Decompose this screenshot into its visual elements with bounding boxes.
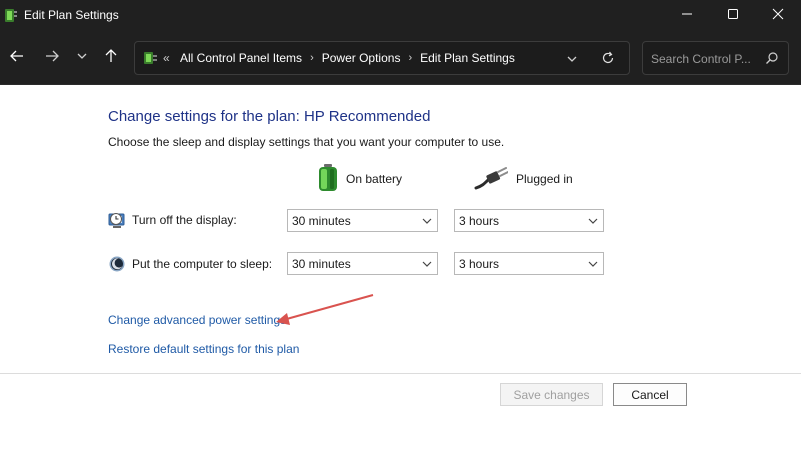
column-label-plugged: Plugged in — [516, 172, 573, 186]
address-bar[interactable]: « All Control Panel Items › Power Option… — [134, 41, 630, 75]
breadcrumb-separator-icon[interactable]: › — [310, 52, 314, 64]
close-icon — [772, 8, 784, 23]
display-battery-select[interactable]: 30 minutes — [287, 209, 438, 232]
page-title: Change settings for the plan: HP Recomme… — [108, 108, 431, 125]
footer-divider — [0, 373, 801, 374]
arrow-left-icon — [9, 48, 25, 67]
power-options-icon — [4, 7, 18, 23]
control-panel-icon — [142, 50, 158, 66]
breadcrumb: All Control Panel Items › Power Options … — [180, 51, 515, 65]
arrow-right-icon — [44, 48, 60, 67]
search-icon[interactable] — [765, 51, 779, 68]
select-value: 3 hours — [459, 257, 500, 271]
page-description: Choose the sleep and display settings th… — [108, 135, 505, 149]
restore-defaults-link[interactable]: Restore default settings for this plan — [108, 342, 299, 356]
chevron-down-icon — [421, 258, 433, 273]
chevron-down-icon — [76, 50, 88, 65]
refresh-icon[interactable] — [601, 51, 615, 68]
breadcrumb-item[interactable]: All Control Panel Items — [180, 51, 302, 65]
select-value: 30 minutes — [292, 257, 351, 271]
plug-icon — [474, 166, 509, 193]
breadcrumb-item[interactable]: Edit Plan Settings — [420, 51, 515, 65]
recent-locations-button[interactable] — [70, 45, 94, 69]
maximize-icon — [727, 8, 739, 23]
advanced-power-settings-link[interactable]: Change advanced power settings — [108, 313, 286, 327]
battery-icon — [318, 163, 338, 195]
minimize-button[interactable] — [664, 0, 710, 31]
up-button[interactable] — [99, 45, 123, 69]
sleep-battery-select[interactable]: 30 minutes — [287, 252, 438, 275]
window-title: Edit Plan Settings — [24, 8, 119, 22]
column-label-battery: On battery — [346, 172, 403, 186]
chevron-down-icon — [421, 215, 433, 230]
search-placeholder[interactable]: Search Control P... — [651, 52, 751, 66]
select-value: 3 hours — [459, 214, 500, 228]
sleep-moon-icon — [108, 255, 126, 273]
breadcrumb-overflow-icon[interactable]: « — [163, 51, 170, 65]
chevron-down-icon — [587, 258, 599, 273]
sleep-plugged-select[interactable]: 3 hours — [454, 252, 604, 275]
back-button[interactable] — [5, 45, 29, 69]
chevron-down-icon — [587, 215, 599, 230]
close-button[interactable] — [755, 0, 801, 31]
display-timer-icon — [108, 211, 126, 229]
row-label-sleep: Put the computer to sleep: — [132, 257, 273, 271]
address-dropdown-icon[interactable] — [566, 53, 578, 68]
column-header-battery: On battery — [318, 163, 403, 195]
search-box[interactable]: Search Control P... — [642, 41, 789, 75]
save-changes-button[interactable]: Save changes — [500, 383, 603, 406]
select-value: 30 minutes — [292, 214, 351, 228]
forward-button[interactable] — [40, 45, 64, 69]
title-bar: Edit Plan Settings — [0, 0, 801, 31]
minimize-icon — [681, 8, 693, 23]
display-plugged-select[interactable]: 3 hours — [454, 209, 604, 232]
cancel-button[interactable]: Cancel — [613, 383, 687, 406]
navigation-bar: « All Control Panel Items › Power Option… — [0, 31, 801, 85]
maximize-button[interactable] — [710, 0, 756, 31]
row-label-display: Turn off the display: — [132, 213, 237, 227]
breadcrumb-item[interactable]: Power Options — [322, 51, 401, 65]
breadcrumb-separator-icon[interactable]: › — [408, 52, 412, 64]
arrow-up-icon — [103, 48, 119, 67]
column-header-plugged: Plugged in — [474, 164, 573, 194]
